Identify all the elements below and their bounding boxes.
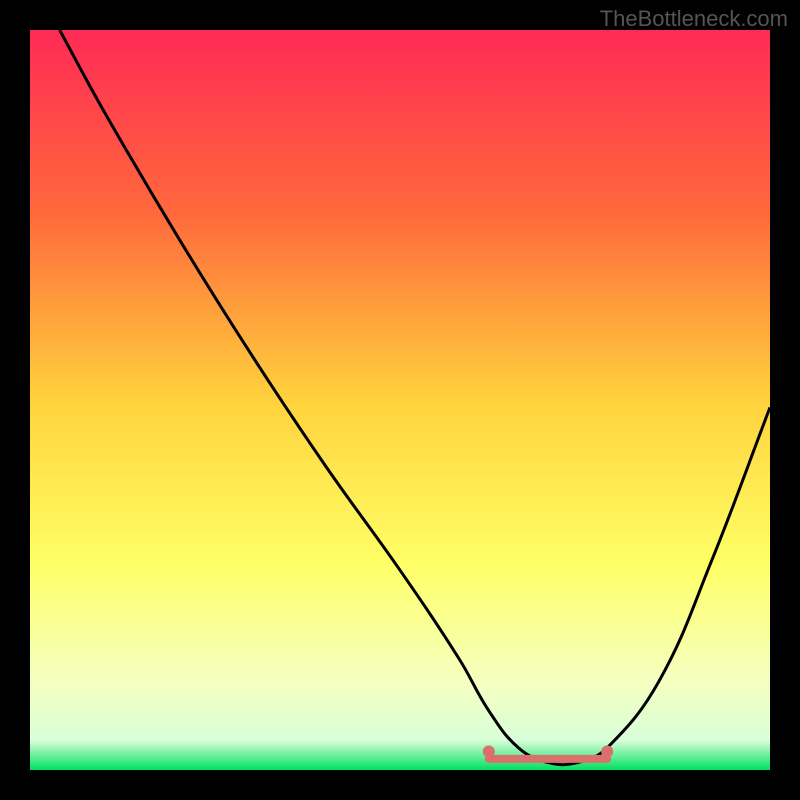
optimal-start bbox=[483, 746, 495, 758]
chart-svg bbox=[0, 0, 800, 800]
optimal-end bbox=[601, 746, 613, 758]
watermark-text: TheBottleneck.com bbox=[600, 6, 788, 32]
plot-background bbox=[30, 30, 770, 770]
chart-container: TheBottleneck.com bbox=[0, 0, 800, 800]
